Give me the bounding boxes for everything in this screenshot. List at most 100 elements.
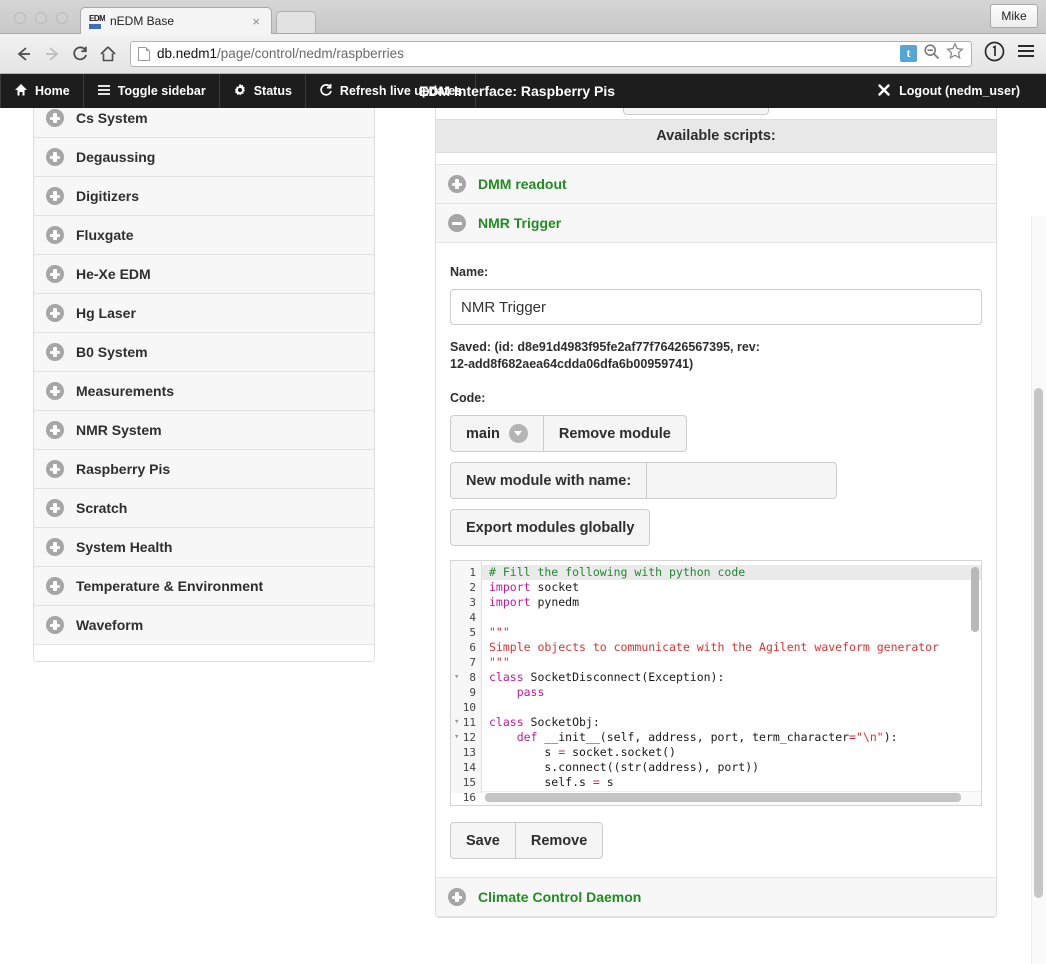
sidebar-item-label: B0 System — [76, 344, 148, 360]
code-editor-inner: 1 2 3 4 5 6 7 ▾ 8 9 10 ▾ 11 ▾ 12 13 14 1… — [451, 561, 981, 804]
forward-arrow-icon[interactable] — [38, 40, 66, 68]
plus-circle-icon — [46, 187, 64, 205]
browser-window: EDM nEDM Base × Mike db.nedm1/page/contr… — [0, 0, 1046, 964]
scripts-panel: Available scripts: DMM readout NMR Trigg… — [435, 108, 997, 918]
plus-circle-icon — [46, 304, 64, 322]
code-line: Simple objects to communicate with the A… — [489, 640, 940, 654]
module-select-dropdown[interactable]: main — [450, 415, 543, 452]
plus-circle-icon — [46, 577, 64, 595]
back-arrow-icon[interactable] — [10, 40, 38, 68]
sidebar-item-label: Temperature & Environment — [76, 578, 264, 594]
onepassword-icon[interactable] — [984, 41, 1005, 67]
refresh-icon — [319, 83, 333, 100]
sidebar-item[interactable]: NMR System — [34, 411, 374, 450]
nav-home[interactable]: Home — [0, 74, 84, 108]
menu-icon[interactable] — [1016, 42, 1036, 65]
chevron-down-circle-icon — [508, 424, 528, 443]
editor-vertical-scrollbar[interactable] — [971, 567, 979, 632]
line-number-with-fold[interactable]: ▾ 11 — [451, 715, 481, 730]
save-button[interactable]: Save — [450, 822, 515, 859]
sidebar-item[interactable]: Measurements — [34, 372, 374, 411]
line-number: 14 — [462, 761, 476, 774]
url-text: db.nedm1/page/control/nedm/raspberries — [157, 46, 404, 61]
bookmark-star-icon[interactable] — [946, 42, 964, 65]
nav-status[interactable]: Status — [220, 74, 306, 108]
sidebar-item[interactable]: B0 System — [34, 333, 374, 372]
sidebar-item[interactable]: Digitizers — [34, 177, 374, 216]
fold-toggle-icon[interactable]: ▾ — [454, 730, 459, 745]
close-window-button[interactable] — [14, 12, 26, 24]
sidebar-item[interactable]: He-Xe EDM — [34, 255, 374, 294]
page-scrollbar-track[interactable] — [1031, 216, 1046, 964]
remove-module-button[interactable]: Remove module — [542, 415, 687, 452]
nav-toggle-sidebar[interactable]: Toggle sidebar — [84, 74, 220, 108]
sidebar-item-label: He-Xe EDM — [76, 266, 151, 282]
logout-button[interactable]: Logout (nedm_user) — [865, 74, 1032, 108]
partially-visible-button[interactable] — [623, 108, 769, 115]
new-module-input[interactable] — [647, 462, 838, 499]
sidebar-item-label: Waveform — [76, 617, 144, 633]
sidebar-item-label: Raspberry Pis — [76, 461, 171, 477]
address-bar-icons: t — [900, 42, 967, 65]
plus-circle-icon — [46, 538, 64, 556]
script-row-dmm-readout[interactable]: DMM readout — [436, 165, 996, 204]
close-x-icon — [877, 83, 891, 100]
maximize-window-button[interactable] — [56, 12, 68, 24]
fold-toggle-icon[interactable]: ▾ — [454, 670, 459, 685]
minimize-window-button[interactable] — [35, 12, 47, 24]
t-badge-icon[interactable]: t — [900, 45, 917, 62]
tab-title: nEDM Base — [110, 14, 175, 28]
export-modules-button[interactable]: Export modules globally — [450, 509, 651, 546]
editor-horizontal-scrollbar[interactable] — [485, 793, 961, 802]
sidebar-item[interactable]: Fluxgate — [34, 216, 374, 255]
panel-top-area — [436, 108, 996, 119]
new-tab-button[interactable] — [276, 11, 316, 33]
address-bar[interactable]: db.nedm1/page/control/nedm/raspberries t — [130, 40, 972, 67]
line-number: 5 — [469, 626, 476, 639]
code-line: s = socket.socket() — [489, 745, 676, 759]
script-row-nmr-trigger[interactable]: NMR Trigger — [436, 204, 996, 243]
sidebar-item[interactable]: Degaussing — [34, 138, 374, 177]
code-line: """ — [489, 625, 510, 639]
favicon-bar — [89, 23, 101, 29]
fold-toggle-icon[interactable]: ▾ — [454, 715, 459, 730]
tab-close-icon[interactable]: × — [249, 14, 263, 29]
tab-strip: EDM nEDM Base × Mike — [0, 0, 1046, 34]
new-module-label: New module with name: — [450, 462, 648, 499]
line-number: 6 — [469, 641, 476, 654]
sidebar-item-raspberry-pis[interactable]: Raspberry Pis — [34, 450, 374, 489]
profile-button[interactable]: Mike — [990, 4, 1038, 28]
code-editor[interactable]: 1 2 3 4 5 6 7 ▾ 8 9 10 ▾ 11 ▾ 12 13 14 1… — [450, 560, 982, 806]
sidebar-item-label: Cs System — [76, 110, 148, 126]
sidebar-item[interactable]: System Health — [34, 528, 374, 567]
page-scrollbar-thumb[interactable] — [1034, 388, 1043, 898]
sidebar-item[interactable]: Temperature & Environment — [34, 567, 374, 606]
line-number: 1 — [469, 566, 476, 579]
home-icon[interactable] — [94, 40, 122, 68]
reload-icon[interactable] — [66, 40, 94, 68]
sidebar-item[interactable]: Hg Laser — [34, 294, 374, 333]
sidebar-item[interactable]: Cs System — [34, 108, 374, 138]
name-label: Name: — [450, 265, 489, 279]
script-name-input[interactable] — [450, 289, 982, 325]
module-select-label: main — [466, 425, 500, 442]
new-module-row: New module with name: — [450, 462, 982, 499]
code-line: pass — [516, 685, 545, 699]
remove-button[interactable]: Remove — [514, 822, 604, 859]
sidebar-item-label: Fluxgate — [76, 227, 134, 243]
line-number-with-fold[interactable]: ▾ 12 — [451, 730, 481, 745]
plus-circle-icon — [46, 343, 64, 361]
nav-status-label: Status — [253, 84, 292, 98]
script-label: DMM readout — [478, 176, 567, 192]
zoom-out-icon[interactable] — [923, 43, 940, 65]
script-label: NMR Trigger — [478, 215, 562, 231]
browser-tab[interactable]: EDM nEDM Base × — [80, 7, 272, 34]
script-row-climate-control-daemon[interactable]: Climate Control Daemon — [436, 878, 996, 917]
code-text-area[interactable]: # Fill the following with python code im… — [482, 561, 981, 793]
sidebar-item[interactable]: Waveform — [34, 606, 374, 645]
plus-circle-icon — [46, 265, 64, 283]
sidebar-item[interactable]: Scratch — [34, 489, 374, 528]
line-number-with-fold[interactable]: ▾ 8 — [451, 670, 481, 685]
